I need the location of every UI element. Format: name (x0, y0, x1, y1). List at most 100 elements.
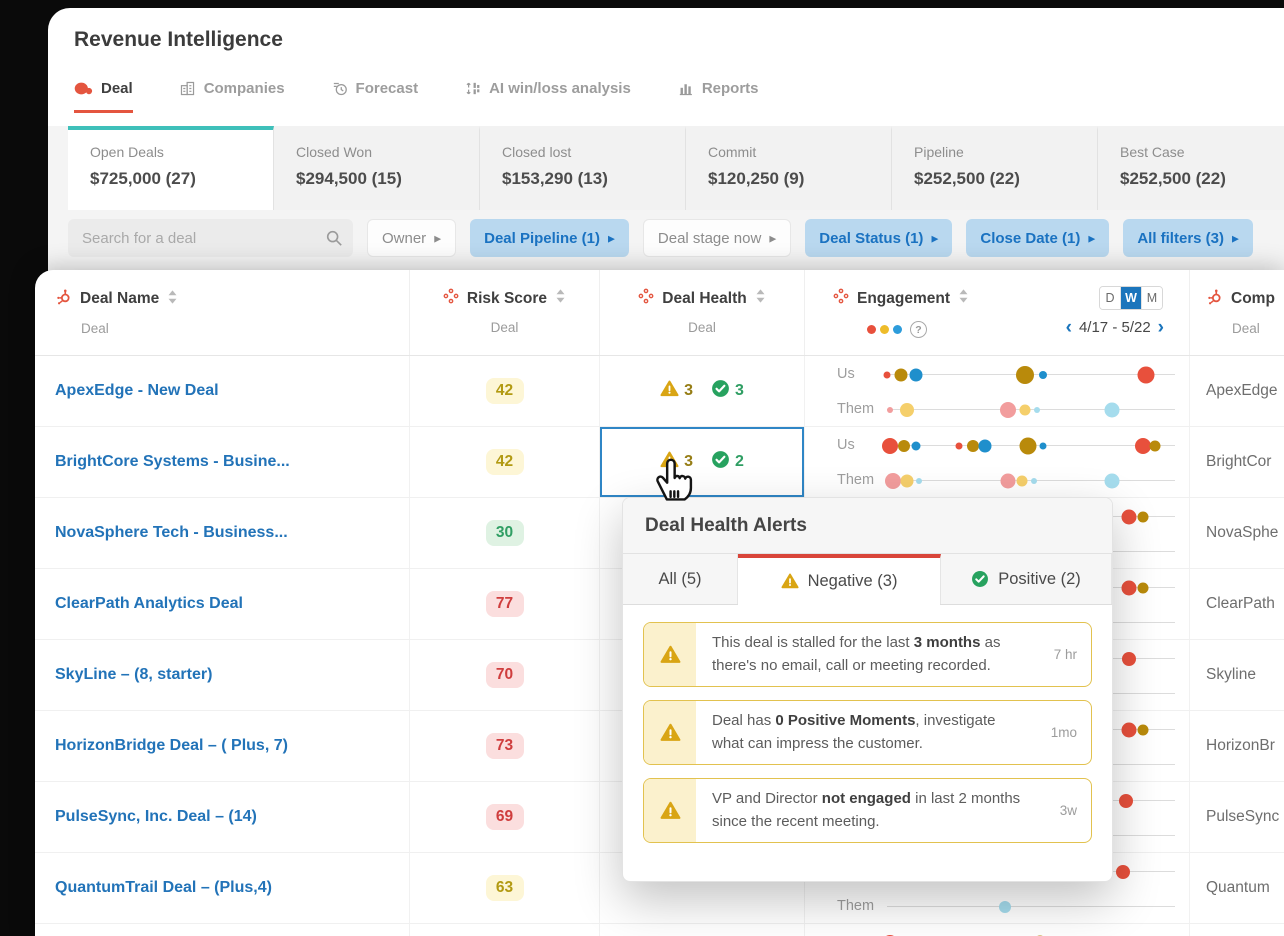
search-input[interactable] (68, 219, 353, 257)
risk-score-cell: 70 (410, 640, 600, 710)
deal-name-cell: HorizonBridge Deal – ( Plus, 7) (35, 711, 410, 781)
filter-pill[interactable]: Owner ▶ (367, 219, 457, 257)
alert-text: This deal is stalled for the last 3 mont… (712, 634, 1001, 674)
caret-icon: ▶ (607, 233, 615, 243)
engagement-us-line: Us (805, 427, 1189, 462)
sort-icon[interactable] (755, 288, 766, 309)
column-header-deal-health[interactable]: Deal Health Deal (600, 270, 805, 355)
popup-tab-all[interactable]: All (5) (623, 554, 738, 604)
next-date-chevron-icon[interactable]: › (1158, 318, 1164, 337)
prev-date-chevron-icon[interactable]: ‹ (1066, 318, 1072, 337)
engagement-dot (884, 472, 901, 489)
filter-pill[interactable]: Deal Status (1) ▶ (805, 219, 953, 257)
engagement-dot (1019, 437, 1037, 454)
tab-ai-win-loss[interactable]: AI win/loss analysis (464, 80, 631, 113)
deal-name-cell: ClearPath Analytics Deal (35, 569, 410, 639)
summary-card[interactable]: Commit $120,250 (9) (686, 126, 892, 210)
engagement-cell: Us Them (805, 427, 1190, 497)
sort-icon[interactable] (958, 288, 969, 309)
column-sublabel: Deal (490, 320, 519, 335)
filter-pill[interactable]: Deal Pipeline (1) ▶ (470, 219, 629, 257)
deal-health-cell[interactable] (600, 924, 805, 936)
filter-pill-label: All filters (3) (1137, 229, 1224, 247)
help-icon[interactable]: ? (910, 321, 927, 338)
filter-pill-label: Deal Status (1) (819, 229, 924, 247)
filter-pill[interactable]: Close Date (1) ▶ (966, 219, 1110, 257)
negative-alerts-group: 3 (660, 450, 693, 474)
warning-icon (660, 379, 679, 403)
summary-card[interactable]: Open Deals $725,000 (27) (68, 126, 274, 210)
column-header-company[interactable]: Comp Deal (1190, 270, 1284, 355)
risk-score-badge: 30 (485, 520, 524, 546)
engagement-them-label: Them (837, 471, 875, 488)
risk-score-cell: 77 (410, 569, 600, 639)
company-cell: PulseSync (1206, 808, 1280, 825)
alert-age: 1mo (1050, 725, 1077, 740)
filter-pill[interactable]: All filters (3) ▶ (1123, 219, 1253, 257)
deal-health-alerts-popup: Deal Health Alerts All (5) Negative (3) Po… (622, 497, 1113, 882)
engagement-dot (1104, 473, 1120, 488)
positive-alerts-group: 3 (711, 379, 744, 403)
deal-name-cell: BrightCore Systems - Busine... (35, 427, 410, 497)
summary-card[interactable]: Closed Won $294,500 (15) (274, 126, 480, 210)
sort-icon[interactable] (555, 288, 566, 309)
summary-cards-row: Open Deals $725,000 (27) Closed Won $294,50… (68, 126, 1284, 210)
negative-alerts-group: 3 (660, 379, 693, 403)
sort-icon[interactable] (167, 289, 178, 310)
column-header-risk-score[interactable]: Risk Score Deal (410, 270, 600, 355)
card-label: Closed lost (502, 144, 572, 160)
period-option-d[interactable]: D (1100, 287, 1121, 309)
engagement-them-track (887, 900, 1175, 913)
risk-score-cell: 42 (410, 427, 600, 497)
deal-name-link[interactable]: NovaSphere Tech - Business... (55, 524, 288, 542)
gong-logo-icon (74, 81, 93, 96)
risk-score-badge: 77 (485, 591, 524, 617)
engagement-cell: UsThem (805, 924, 1190, 936)
risk-score-badge: 42 (485, 378, 524, 404)
deal-name-link[interactable]: ClearPath Analytics Deal (55, 595, 243, 613)
popup-tab-positive[interactable]: Positive (2) (941, 554, 1112, 604)
card-value: $294,500 (15) (296, 169, 402, 188)
filter-pill[interactable]: Deal stage now ▶ (642, 219, 792, 257)
summary-card[interactable]: Closed lost $153,290 (13) (480, 126, 686, 210)
deal-name-link[interactable]: PulseSync, Inc. Deal – (14) (55, 808, 257, 826)
tab-reports[interactable]: Reports (677, 80, 759, 113)
engagement-dot (883, 371, 891, 378)
risk-score-cell: 73 (410, 711, 600, 781)
tab-companies[interactable]: Companies (179, 80, 285, 113)
risk-score-badge: 69 (485, 804, 524, 830)
popup-tab-negative[interactable]: Negative (3) (738, 554, 941, 605)
alert-card: VP and Director not engaged in last 2 mo… (643, 778, 1092, 843)
engagement-us-label: Us (837, 365, 855, 382)
filter-pill-label: Deal stage now (657, 229, 762, 247)
deal-name-cell (35, 924, 410, 936)
tab-forecast[interactable]: Forecast (331, 80, 418, 113)
popup-alert-list: This deal is stalled for the last 3 mont… (623, 605, 1112, 843)
column-title: Comp (1231, 290, 1275, 307)
deal-name-link[interactable]: BrightCore Systems - Busine... (55, 453, 290, 471)
engagement-dot (1039, 442, 1047, 449)
positive-count: 3 (735, 382, 744, 399)
deal-health-cell[interactable]: 33 (600, 356, 805, 426)
deal-name-link[interactable]: HorizonBridge Deal – ( Plus, 7) (55, 737, 288, 755)
summary-card[interactable]: Best Case $252,500 (22) (1098, 126, 1284, 210)
risk-score-badge: 42 (485, 449, 524, 475)
filter-bar: Owner▶Deal Pipeline (1)▶Deal stage now▶D… (68, 218, 1274, 258)
alert-age: 3w (1059, 803, 1077, 818)
summary-card[interactable]: Pipeline $252,500 (22) (892, 126, 1098, 210)
period-option-m[interactable]: M (1142, 287, 1162, 309)
deal-name-link[interactable]: SkyLine – (8, starter) (55, 666, 212, 684)
engagement-cell: UsThem (805, 356, 1190, 426)
column-header-engagement[interactable]: Engagement ? DWM ‹ 4/17 - 5/22 › (805, 270, 1190, 355)
deal-health-cell[interactable]: 32 (600, 427, 805, 497)
warning-icon (660, 450, 679, 474)
gong-icon (443, 288, 459, 309)
deal-name-link[interactable]: ApexEdge - New Deal (55, 382, 219, 400)
engagement-them-track (886, 401, 1175, 418)
column-header-deal-name[interactable]: Deal Name Deal (35, 270, 410, 355)
hubspot-icon (1206, 288, 1223, 310)
period-option-w[interactable]: W (1121, 287, 1142, 309)
tab-deal[interactable]: Deal (74, 80, 133, 113)
gong-icon (833, 288, 849, 309)
deal-name-link[interactable]: QuantumTrail Deal – (Plus,4) (55, 879, 272, 897)
